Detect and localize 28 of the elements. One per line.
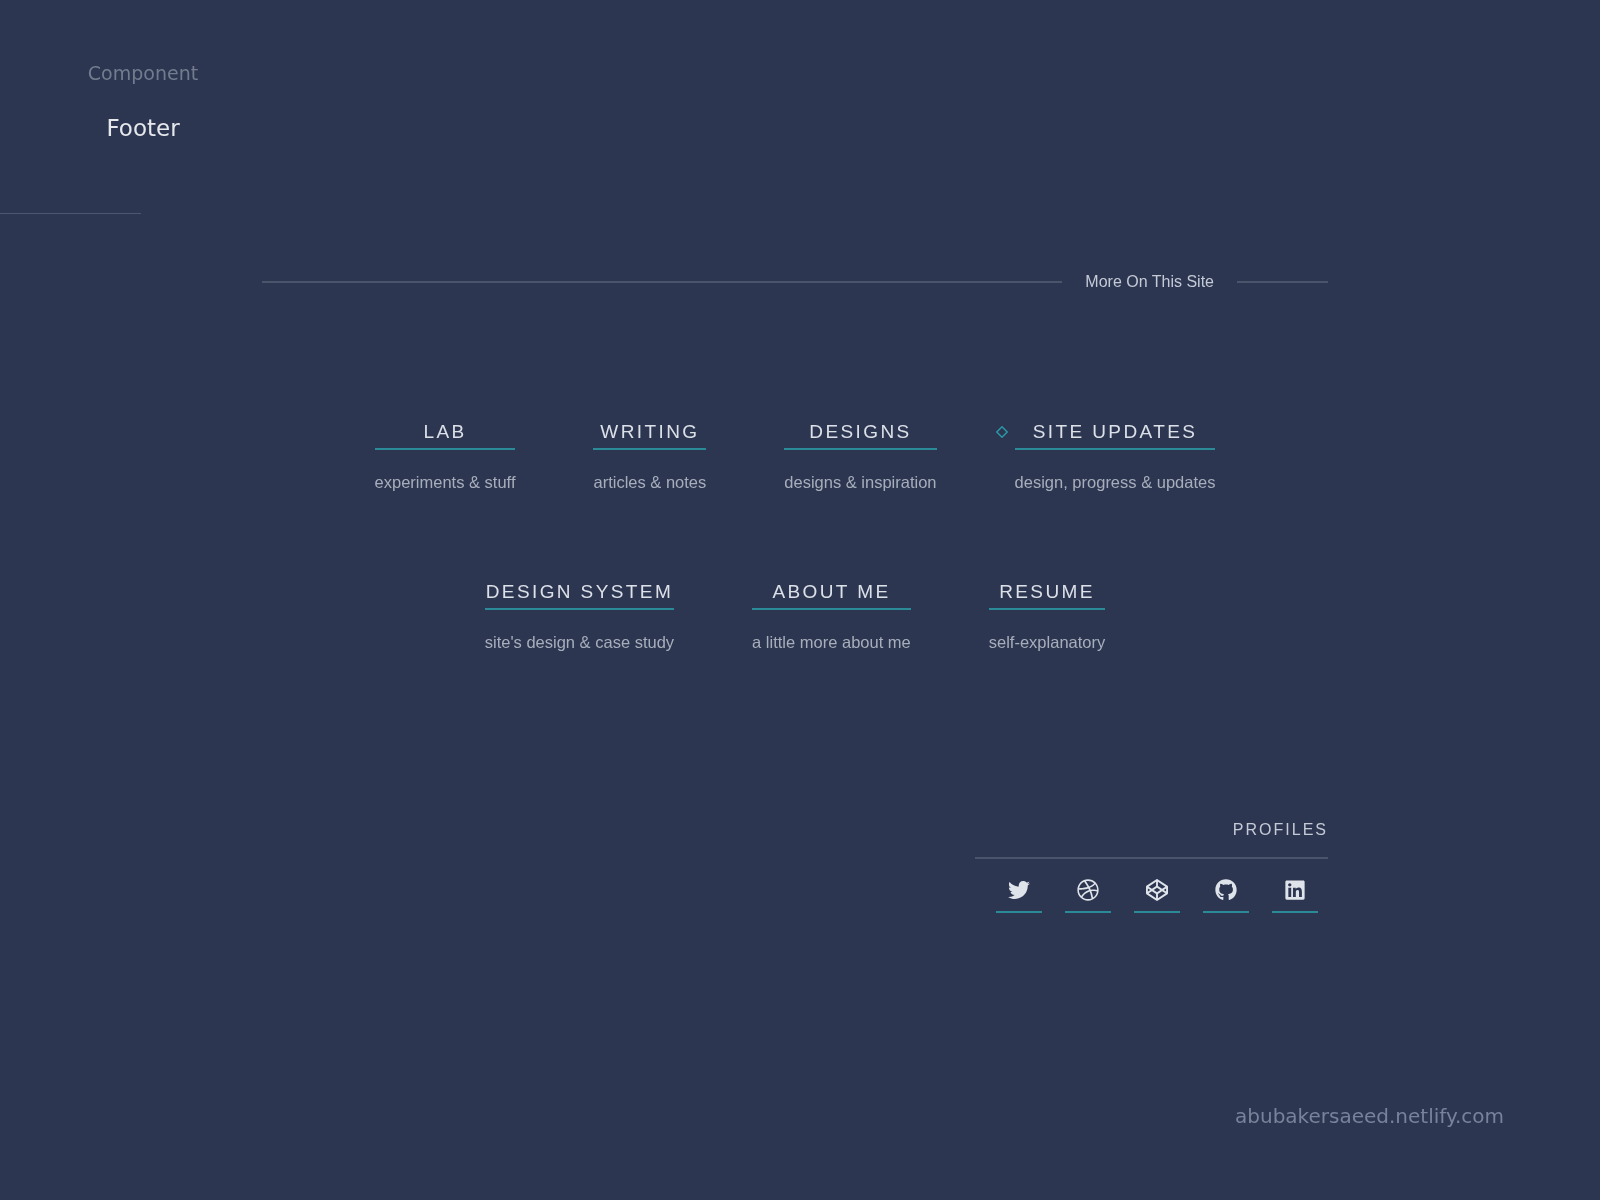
cube-icon xyxy=(1146,879,1168,901)
cat-icon xyxy=(1215,879,1237,901)
nav-description: self-explanatory xyxy=(988,632,1106,652)
nav-description: a little more about me xyxy=(752,632,911,652)
nav-description: articles & notes xyxy=(593,472,707,492)
nav-description: site's design & case study xyxy=(484,632,675,652)
profile-link[interactable] xyxy=(1134,879,1180,913)
profile-link[interactable] xyxy=(1065,879,1111,913)
section-heading: More On This Site xyxy=(1085,272,1214,292)
bird-icon xyxy=(1008,879,1030,901)
nav-description: designs & inspiration xyxy=(784,472,937,492)
nav-link[interactable]: RESUME xyxy=(988,580,1106,610)
site-url: abubakersaeed.netlify.com xyxy=(1235,1103,1504,1129)
square-letters-icon xyxy=(1284,879,1306,901)
nav-link[interactable]: LAB xyxy=(374,420,516,450)
nav-description: design, progress & updates xyxy=(1014,472,1216,492)
nav-link[interactable]: WRITING xyxy=(593,420,707,450)
profiles-heading: PROFILES xyxy=(1232,820,1328,840)
nav-link[interactable]: ABOUT ME xyxy=(752,580,911,610)
nav-link[interactable]: SITE UPDATES xyxy=(1014,420,1216,450)
nav-link[interactable]: DESIGNS xyxy=(784,420,937,450)
component-title: Footer xyxy=(106,114,180,143)
profile-link[interactable] xyxy=(996,879,1042,913)
component-label: Component xyxy=(87,61,199,85)
nav-link[interactable]: DESIGN SYSTEM xyxy=(484,580,675,610)
profile-link[interactable] xyxy=(1203,879,1249,913)
profile-link[interactable] xyxy=(1272,879,1318,913)
nav-description: experiments & stuff xyxy=(374,472,516,492)
